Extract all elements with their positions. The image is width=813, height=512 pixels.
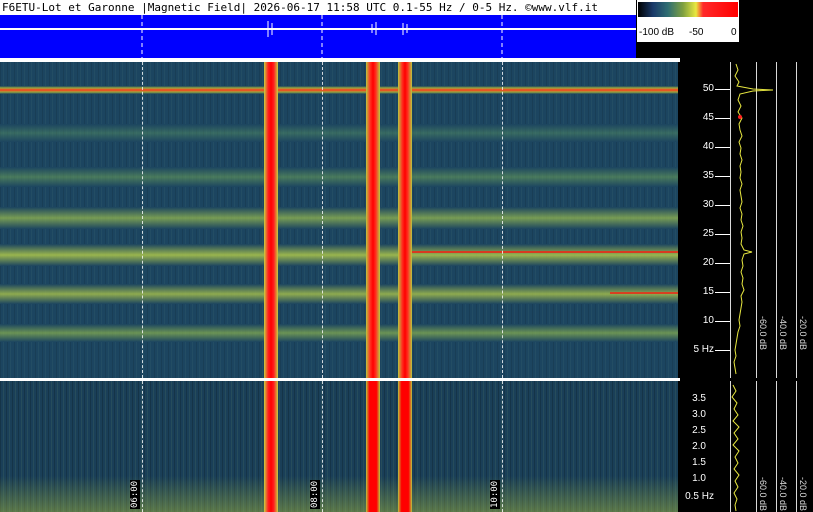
db-label: -40.0 dB xyxy=(778,477,788,512)
line-15hz xyxy=(610,292,678,294)
impulse-column xyxy=(366,62,380,378)
band xyxy=(0,244,678,266)
spectrum-trace-upper xyxy=(733,63,774,375)
colorscale-min-label: -100 dB xyxy=(639,27,675,38)
time-label: 10:00 xyxy=(490,479,500,509)
waveform-spikes xyxy=(141,15,503,58)
impulse-column xyxy=(264,381,278,512)
time-gridline xyxy=(502,381,504,512)
impulse-column xyxy=(264,62,278,378)
colorscale-legend: -100 dB -50 0 xyxy=(637,0,739,42)
time-gridline xyxy=(142,62,144,378)
db-label: -60.0 dB xyxy=(758,316,768,351)
band-50hz xyxy=(0,86,678,94)
band xyxy=(0,124,678,142)
line-22hz xyxy=(410,251,678,253)
band-low xyxy=(0,476,678,512)
db-label: -60.0 dB xyxy=(758,477,768,512)
colorscale-gradient xyxy=(638,2,738,17)
frequency-axis-upper: 50 45 40 35 30 25 20 15 10 5 Hz -60.0 dB… xyxy=(678,62,813,378)
db-label: -20.0 dB xyxy=(798,316,808,351)
time-gridline xyxy=(322,62,324,378)
time-gridline xyxy=(322,381,324,512)
impulse-column xyxy=(398,381,412,512)
time-gridline xyxy=(142,381,144,512)
impulse-column xyxy=(366,381,380,512)
time-gridline xyxy=(502,62,504,378)
band xyxy=(0,167,678,187)
db-label: -20.0 dB xyxy=(798,477,808,512)
page-title: F6ETU-Lot et Garonne |Magnetic Field| 20… xyxy=(0,0,636,15)
band xyxy=(0,207,678,229)
colorscale-mid-label: -50 xyxy=(689,27,704,38)
band xyxy=(0,324,678,342)
time-label: 08:00 xyxy=(310,479,320,509)
spectrogram-lower: 06:00 08:00 10:00 xyxy=(0,381,678,512)
db-label: -40.0 dB xyxy=(778,316,788,351)
band xyxy=(0,284,678,304)
impulse-column xyxy=(398,62,412,378)
time-label: 06:00 xyxy=(130,479,140,509)
spectrogram-upper xyxy=(0,62,678,378)
colorscale-max-label: 0 xyxy=(731,27,737,38)
spectrum-trace-lower xyxy=(731,384,740,512)
frequency-axis-lower: 3.5 3.0 2.5 2.0 1.5 1.0 0.5 Hz -60.0 dB … xyxy=(678,381,813,512)
waveform-strip xyxy=(0,15,636,58)
